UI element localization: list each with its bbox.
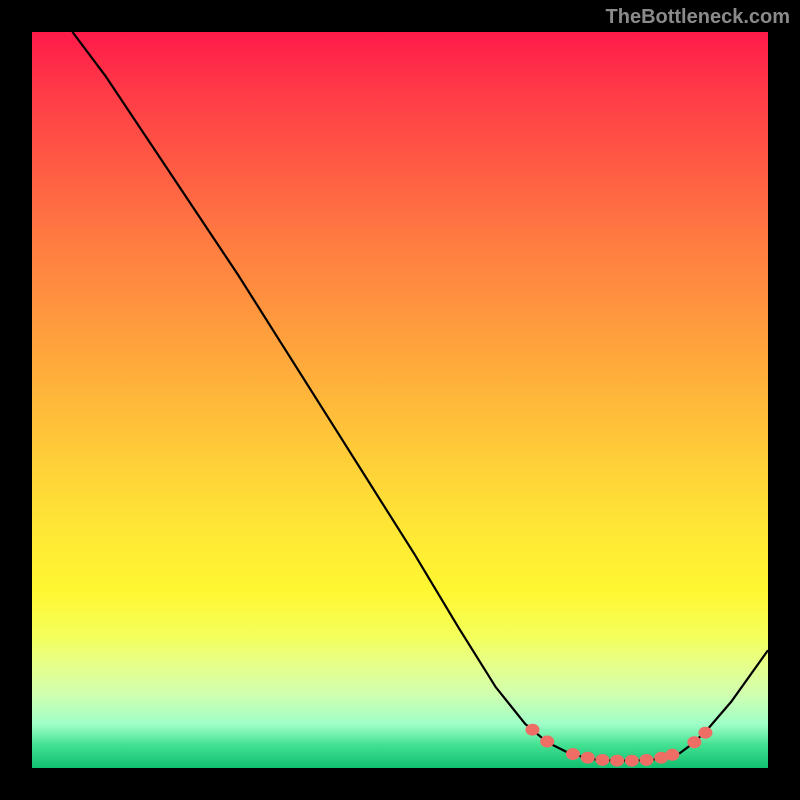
data-point (698, 727, 712, 739)
bottleneck-curve (72, 32, 768, 761)
data-point (625, 755, 639, 767)
data-point (687, 736, 701, 748)
plot-area (32, 32, 768, 768)
data-point (595, 754, 609, 766)
chart-root: TheBottleneck.com (0, 0, 800, 800)
data-point (610, 755, 624, 767)
data-point (665, 749, 679, 761)
data-point (581, 752, 595, 764)
data-point (566, 748, 580, 760)
data-point (540, 736, 554, 748)
curve-overlay (32, 32, 768, 768)
watermark-text: TheBottleneck.com (606, 6, 790, 29)
data-point (640, 754, 654, 766)
data-point (525, 724, 539, 736)
